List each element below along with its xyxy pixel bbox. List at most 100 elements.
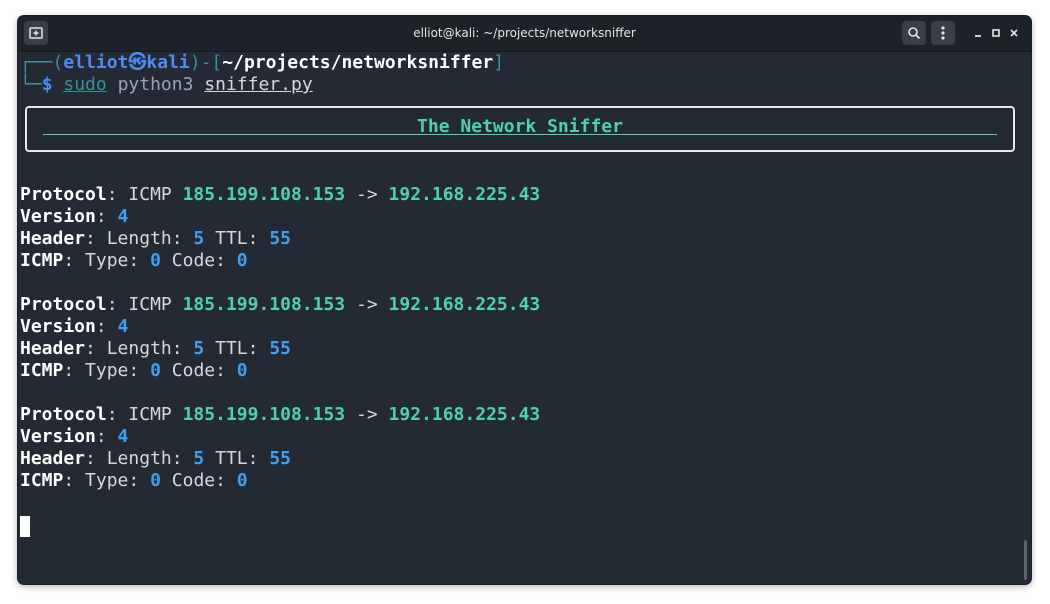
terminal-cursor [20,516,30,537]
protocol-value: ICMP [128,184,172,205]
length-value: 5 [193,228,205,249]
sniffer-banner: The Network Sniffer [25,106,1015,152]
colon: : [85,448,96,469]
header-line: Header: Length: 5 TTL: 55 [20,228,291,250]
arrow: -> [356,184,378,205]
colon: : [63,250,75,271]
terminal-window: elliot@kali: ~/projects/networksniffer ┌… [18,16,1031,584]
length-value: 5 [193,338,205,359]
colon: : [95,316,107,337]
close-icon [1010,29,1018,37]
version-value: 4 [117,206,129,227]
type-label: Type: [85,250,140,271]
colon: : [95,206,107,227]
search-icon [908,27,921,40]
scrollbar-thumb[interactable] [1024,540,1027,580]
ttl-label: TTL: [215,448,259,469]
length-label: Length: [106,228,183,249]
ttl-label: TTL: [215,338,259,359]
arrow: -> [356,404,378,425]
version-label: Version [20,426,96,447]
code-label: Code: [171,470,226,491]
command-script: sniffer.py [204,74,313,95]
source-ip: 185.199.108.153 [182,404,346,425]
type-value: 0 [150,360,161,381]
banner-title: The Network Sniffer [417,116,623,137]
length-value: 5 [193,448,205,469]
ttl-label: TTL: [215,228,259,249]
version-value: 4 [117,316,129,337]
colon: : [85,338,96,359]
icmp-label: ICMP [20,360,64,381]
source-ip: 185.199.108.153 [182,184,346,205]
code-value: 0 [236,360,248,381]
version-line: Version: 4 [20,206,128,228]
code-label: Code: [171,250,226,271]
destination-ip: 192.168.225.43 [388,184,541,205]
prompt-separator-icon: ㉿ [128,52,147,73]
version-label: Version [20,206,96,227]
icmp-line: ICMP: Type: 0 Code: 0 [20,250,248,272]
prompt-bracket: )-[ [189,52,223,73]
header-line: Header: Length: 5 TTL: 55 [20,448,291,470]
code-value: 0 [236,470,248,491]
length-label: Length: [106,338,183,359]
arrow: -> [356,294,378,315]
header-line: Header: Length: 5 TTL: 55 [20,338,291,360]
type-label: Type: [85,360,140,381]
source-ip: 185.199.108.153 [182,294,346,315]
destination-ip: 192.168.225.43 [388,294,541,315]
length-label: Length: [106,448,183,469]
version-label: Version [20,316,96,337]
header-label: Header [20,228,86,249]
protocol-label: Protocol [20,184,107,205]
header-label: Header [20,338,86,359]
command-python: python3 [117,74,194,95]
prompt-host: kali [146,52,190,73]
close-button[interactable] [1004,21,1024,45]
code-label: Code: [171,360,226,381]
menu-button[interactable] [931,21,955,45]
kebab-menu-icon [941,26,945,40]
version-line: Version: 4 [20,316,128,338]
type-label: Type: [85,470,140,491]
search-button[interactable] [902,21,926,45]
prompt-line-1: ┌──(elliot㉿kali)-[~/projects/networksnif… [20,52,504,74]
ttl-value: 55 [269,228,291,249]
prompt-user: elliot [63,52,129,73]
protocol-label: Protocol [20,404,107,425]
prompt-bracket-end: ] [493,52,505,73]
colon: : [63,360,75,381]
prompt-corner: ┌──( [20,52,64,73]
type-value: 0 [150,250,161,271]
ttl-value: 55 [269,448,291,469]
icmp-line: ICMP: Type: 0 Code: 0 [20,360,248,382]
protocol-line: Protocol: ICMP 185.199.108.153 -> 192.16… [20,404,540,426]
prompt-line-2: └─$ sudo python3 sniffer.py [20,74,313,96]
maximize-button[interactable] [986,21,1006,45]
colon: : [106,404,118,425]
prompt-corner-bottom: └─ [20,74,42,95]
colon: : [85,228,96,249]
minimize-button[interactable] [968,21,988,45]
title-bar[interactable]: elliot@kali: ~/projects/networksniffer [18,16,1031,52]
icmp-label: ICMP [20,470,64,491]
command-sudo: sudo [63,74,107,95]
maximize-icon [992,29,1000,37]
prompt-path: ~/projects/networksniffer [222,52,494,73]
protocol-value: ICMP [128,294,172,315]
header-label: Header [20,448,86,469]
window-title: elliot@kali: ~/projects/networksniffer [413,26,636,40]
code-value: 0 [236,250,248,271]
terminal-output[interactable]: ┌──(elliot㉿kali)-[~/projects/networksnif… [18,52,1031,584]
minimize-icon [975,35,981,37]
protocol-line: Protocol: ICMP 185.199.108.153 -> 192.16… [20,184,540,206]
version-line: Version: 4 [20,426,128,448]
ttl-value: 55 [269,338,291,359]
colon: : [63,470,75,491]
version-value: 4 [117,426,129,447]
colon: : [106,184,118,205]
destination-ip: 192.168.225.43 [388,404,541,425]
type-value: 0 [150,470,161,491]
icmp-line: ICMP: Type: 0 Code: 0 [20,470,248,492]
